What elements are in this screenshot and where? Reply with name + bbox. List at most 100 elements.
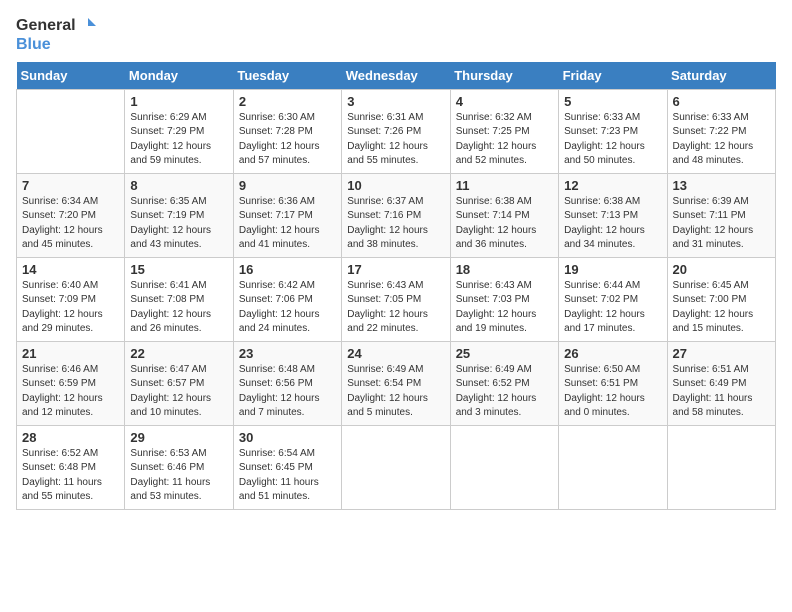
day-info: Sunrise: 6:49 AM Sunset: 6:52 PM Dayligh…: [456, 363, 553, 421]
day-info: Sunrise: 6:34 AM Sunset: 7:20 PM Dayligh…: [22, 195, 119, 253]
day-number: 20: [673, 262, 770, 277]
day-info: Sunrise: 6:36 AM Sunset: 7:17 PM Dayligh…: [239, 195, 336, 253]
calendar-body: 1 Sunrise: 6:29 AM Sunset: 7:29 PM Daylig…: [17, 89, 776, 509]
day-number: 28: [22, 430, 119, 445]
logo-text: General Blue: [16, 16, 98, 54]
day-info: Sunrise: 6:43 AM Sunset: 7:05 PM Dayligh…: [347, 279, 444, 337]
day-info: Sunrise: 6:51 AM Sunset: 6:49 PM Dayligh…: [673, 363, 770, 421]
day-info: Sunrise: 6:52 AM Sunset: 6:48 PM Dayligh…: [22, 447, 119, 505]
calendar-cell: 6 Sunrise: 6:33 AM Sunset: 7:22 PM Daylig…: [667, 89, 775, 173]
day-number: 29: [130, 430, 227, 445]
day-number: 17: [347, 262, 444, 277]
day-number: 24: [347, 346, 444, 361]
logo: General Blue: [16, 16, 98, 54]
calendar-cell: 22Sunrise: 6:47 AM Sunset: 6:57 PM Dayli…: [125, 341, 233, 425]
calendar-cell: 30Sunrise: 6:54 AM Sunset: 6:45 PM Dayli…: [233, 425, 341, 509]
calendar-cell: [342, 425, 450, 509]
day-number: 5: [564, 94, 661, 109]
day-number: 26: [564, 346, 661, 361]
calendar-cell: [450, 425, 558, 509]
day-info: Sunrise: 6:50 AM Sunset: 6:51 PM Dayligh…: [564, 363, 661, 421]
calendar-cell: 29 Sunrise: 6:53 AM Sunset: 6:46 PM Dayli…: [125, 425, 233, 509]
day-number: 21: [22, 346, 119, 361]
day-number: 8: [130, 178, 227, 193]
calendar-cell: 5 Sunrise: 6:33 AM Sunset: 7:23 PM Daylig…: [559, 89, 667, 173]
day-info: Sunrise: 6:30 AM Sunset: 7:28 PM Dayligh…: [239, 111, 336, 169]
weekday-friday: Friday: [559, 62, 667, 90]
day-info: Sunrise: 6:49 AM Sunset: 6:54 PM Dayligh…: [347, 363, 444, 421]
day-number: 3: [347, 94, 444, 109]
calendar-cell: 4 Sunrise: 6:32 AM Sunset: 7:25 PM Daylig…: [450, 89, 558, 173]
calendar-cell: 2Sunrise: 6:30 AM Sunset: 7:28 PM Daylig…: [233, 89, 341, 173]
day-info: Sunrise: 6:38 AM Sunset: 7:13 PM Dayligh…: [564, 195, 661, 253]
weekday-saturday: Saturday: [667, 62, 775, 90]
day-info: Sunrise: 6:37 AM Sunset: 7:16 PM Dayligh…: [347, 195, 444, 253]
day-number: 6: [673, 94, 770, 109]
week-row-3: 14 Sunrise: 6:40 AM Sunset: 7:09 PM Dayli…: [17, 257, 776, 341]
day-number: 15: [130, 262, 227, 277]
day-info: Sunrise: 6:40 AM Sunset: 7:09 PM Dayligh…: [22, 279, 119, 337]
day-info: Sunrise: 6:38 AM Sunset: 7:14 PM Dayligh…: [456, 195, 553, 253]
calendar-cell: 21Sunrise: 6:46 AM Sunset: 6:59 PM Dayli…: [17, 341, 125, 425]
weekday-tuesday: Tuesday: [233, 62, 341, 90]
week-row-2: 7 Sunrise: 6:34 AM Sunset: 7:20 PM Daylig…: [17, 173, 776, 257]
day-number: 11: [456, 178, 553, 193]
calendar-cell: 28 Sunrise: 6:52 AM Sunset: 6:48 PM Dayli…: [17, 425, 125, 509]
day-number: 10: [347, 178, 444, 193]
day-number: 23: [239, 346, 336, 361]
week-row-4: 21Sunrise: 6:46 AM Sunset: 6:59 PM Dayli…: [17, 341, 776, 425]
weekday-monday: Monday: [125, 62, 233, 90]
day-info: Sunrise: 6:53 AM Sunset: 6:46 PM Dayligh…: [130, 447, 227, 505]
day-number: 22: [130, 346, 227, 361]
calendar-cell: 12Sunrise: 6:38 AM Sunset: 7:13 PM Dayli…: [559, 173, 667, 257]
day-number: 1: [130, 94, 227, 109]
weekday-header-row: SundayMondayTuesdayWednesdayThursdayFrid…: [17, 62, 776, 90]
calendar-cell: 24 Sunrise: 6:49 AM Sunset: 6:54 PM Dayli…: [342, 341, 450, 425]
day-number: 30: [239, 430, 336, 445]
calendar-cell: [667, 425, 775, 509]
logo-swoosh-icon: [78, 16, 98, 36]
day-number: 7: [22, 178, 119, 193]
calendar-cell: [559, 425, 667, 509]
day-info: Sunrise: 6:32 AM Sunset: 7:25 PM Dayligh…: [456, 111, 553, 169]
day-info: Sunrise: 6:48 AM Sunset: 6:56 PM Dayligh…: [239, 363, 336, 421]
calendar-cell: 14 Sunrise: 6:40 AM Sunset: 7:09 PM Dayli…: [17, 257, 125, 341]
day-info: Sunrise: 6:29 AM Sunset: 7:29 PM Dayligh…: [130, 111, 227, 169]
day-info: Sunrise: 6:45 AM Sunset: 7:00 PM Dayligh…: [673, 279, 770, 337]
day-number: 13: [673, 178, 770, 193]
calendar-cell: 11 Sunrise: 6:38 AM Sunset: 7:14 PM Dayli…: [450, 173, 558, 257]
day-info: Sunrise: 6:42 AM Sunset: 7:06 PM Dayligh…: [239, 279, 336, 337]
day-info: Sunrise: 6:33 AM Sunset: 7:23 PM Dayligh…: [564, 111, 661, 169]
weekday-thursday: Thursday: [450, 62, 558, 90]
day-info: Sunrise: 6:39 AM Sunset: 7:11 PM Dayligh…: [673, 195, 770, 253]
calendar-cell: 8 Sunrise: 6:35 AM Sunset: 7:19 PM Daylig…: [125, 173, 233, 257]
day-number: 16: [239, 262, 336, 277]
weekday-sunday: Sunday: [17, 62, 125, 90]
calendar-cell: 9 Sunrise: 6:36 AM Sunset: 7:17 PM Daylig…: [233, 173, 341, 257]
day-info: Sunrise: 6:31 AM Sunset: 7:26 PM Dayligh…: [347, 111, 444, 169]
calendar-cell: 25 Sunrise: 6:49 AM Sunset: 6:52 PM Dayli…: [450, 341, 558, 425]
calendar-cell: 18Sunrise: 6:43 AM Sunset: 7:03 PM Dayli…: [450, 257, 558, 341]
calendar-cell: 20 Sunrise: 6:45 AM Sunset: 7:00 PM Dayli…: [667, 257, 775, 341]
calendar-table: SundayMondayTuesdayWednesdayThursdayFrid…: [16, 62, 776, 510]
day-number: 14: [22, 262, 119, 277]
calendar-cell: 1 Sunrise: 6:29 AM Sunset: 7:29 PM Daylig…: [125, 89, 233, 173]
weekday-wednesday: Wednesday: [342, 62, 450, 90]
day-info: Sunrise: 6:44 AM Sunset: 7:02 PM Dayligh…: [564, 279, 661, 337]
page-header: General Blue: [16, 16, 776, 54]
calendar-cell: 19Sunrise: 6:44 AM Sunset: 7:02 PM Dayli…: [559, 257, 667, 341]
calendar-cell: 13 Sunrise: 6:39 AM Sunset: 7:11 PM Dayli…: [667, 173, 775, 257]
day-number: 25: [456, 346, 553, 361]
calendar-cell: [17, 89, 125, 173]
day-info: Sunrise: 6:43 AM Sunset: 7:03 PM Dayligh…: [456, 279, 553, 337]
week-row-1: 1 Sunrise: 6:29 AM Sunset: 7:29 PM Daylig…: [17, 89, 776, 173]
calendar-cell: 26 Sunrise: 6:50 AM Sunset: 6:51 PM Dayli…: [559, 341, 667, 425]
day-info: Sunrise: 6:33 AM Sunset: 7:22 PM Dayligh…: [673, 111, 770, 169]
calendar-cell: 7 Sunrise: 6:34 AM Sunset: 7:20 PM Daylig…: [17, 173, 125, 257]
day-number: 27: [673, 346, 770, 361]
calendar-cell: 17 Sunrise: 6:43 AM Sunset: 7:05 PM Dayli…: [342, 257, 450, 341]
day-number: 4: [456, 94, 553, 109]
day-number: 9: [239, 178, 336, 193]
day-info: Sunrise: 6:35 AM Sunset: 7:19 PM Dayligh…: [130, 195, 227, 253]
calendar-cell: 10 Sunrise: 6:37 AM Sunset: 7:16 PM Dayli…: [342, 173, 450, 257]
